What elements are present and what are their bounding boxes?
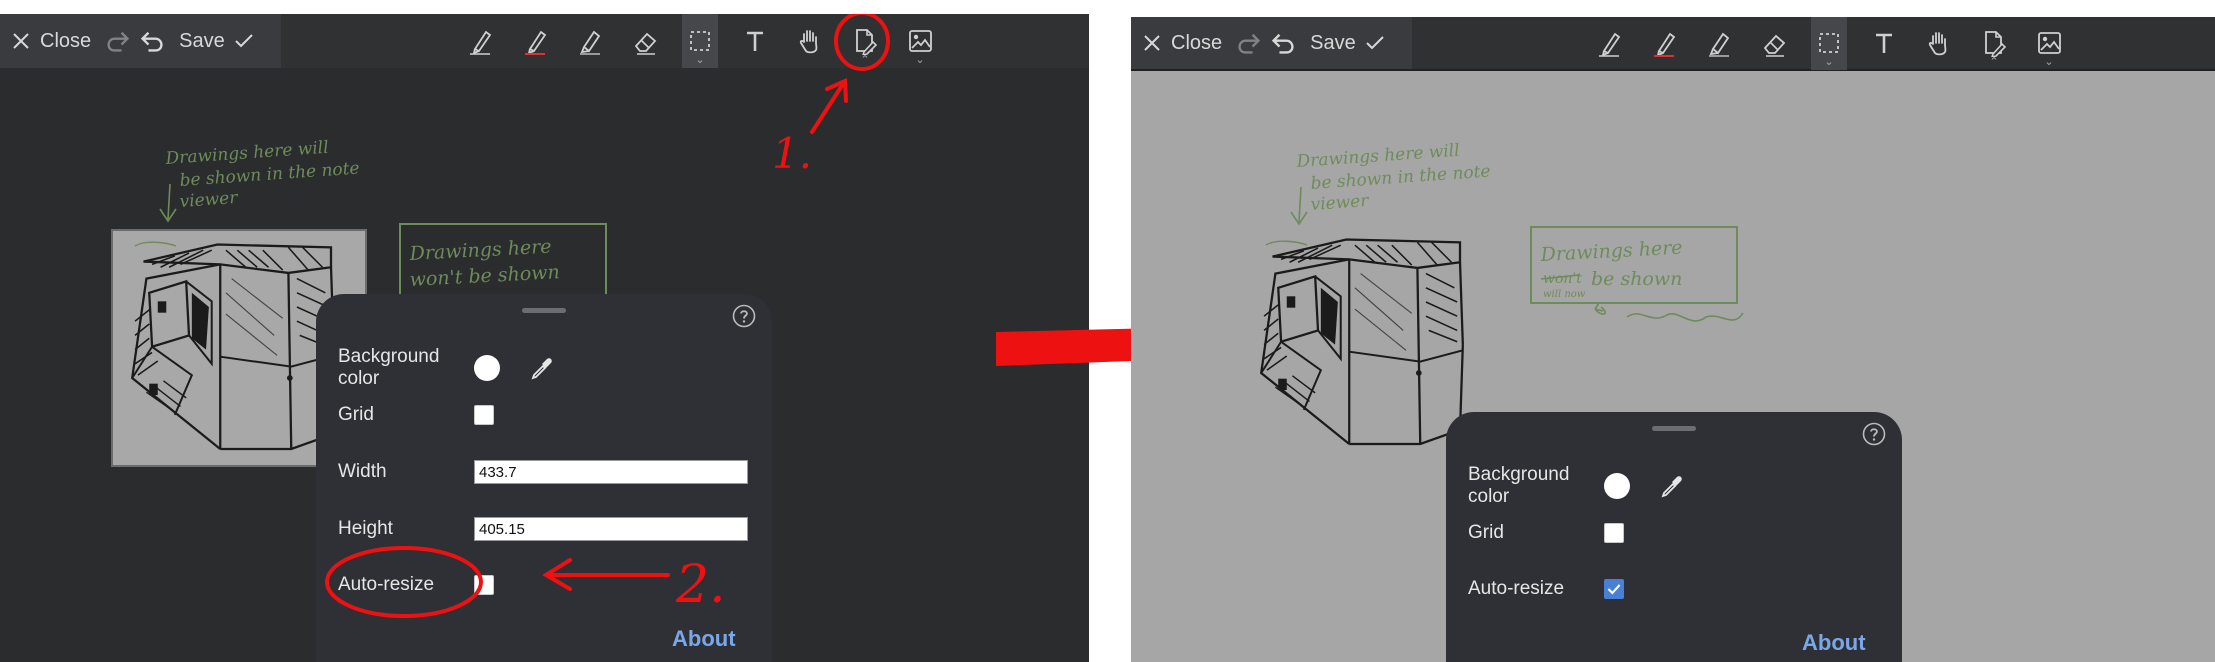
checkmark-icon	[1607, 584, 1621, 595]
height-row: Height	[338, 517, 748, 541]
down-arrow	[159, 183, 177, 223]
auto-resize-checkbox[interactable]	[1604, 579, 1624, 599]
about-link[interactable]: About	[672, 626, 736, 652]
background-color-row: Background color	[1468, 464, 1684, 508]
screenshot-after: Close Save ⌄ ⌃ ⌄ Drawings here will be s…	[1131, 17, 2215, 662]
help-icon[interactable]	[1862, 422, 1886, 446]
auto-resize-label: Auto-resize	[1468, 578, 1565, 599]
excluded-text: Drawings here won't be shown	[408, 236, 560, 291]
background-color-label: Background color	[1468, 464, 1570, 507]
about-link[interactable]: About	[1802, 630, 1866, 656]
note-handwriting: Drawings here will be shown in the note …	[1295, 141, 1491, 215]
grid-checkbox[interactable]	[1604, 523, 1624, 543]
background-color-swatch[interactable]	[1604, 473, 1630, 499]
included-text: Drawings here won't will now be shown	[1539, 237, 1683, 300]
document-properties-panel: Background color Grid Width Height Auto-…	[316, 294, 772, 662]
auto-resize-row: Auto-resize	[1468, 578, 1624, 600]
height-input[interactable]	[474, 517, 748, 541]
auto-resize-label: Auto-resize	[338, 574, 435, 595]
drag-handle[interactable]	[1652, 426, 1696, 431]
ink-squiggle	[1265, 240, 1308, 246]
width-input[interactable]	[474, 460, 748, 484]
grid-row: Grid	[1468, 522, 1624, 544]
grid-label: Grid	[1468, 522, 1504, 543]
grid-label: Grid	[338, 404, 374, 425]
auto-resize-checkbox[interactable]	[474, 575, 494, 595]
eyedropper-icon[interactable]	[1658, 473, 1684, 499]
height-label: Height	[338, 518, 393, 539]
note-text-3: viewer	[179, 188, 239, 212]
house-sketch	[1260, 238, 1464, 446]
note-text-3: viewer	[1310, 191, 1370, 215]
auto-resize-row: Auto-resize	[338, 574, 494, 596]
box-strikeout-word: won't	[1543, 271, 1582, 287]
background-color-label: Background color	[338, 346, 440, 389]
help-icon[interactable]	[732, 304, 756, 328]
document-properties-panel: Background color Grid Auto-resize About	[1446, 412, 1902, 662]
box-text-2: be shown	[1591, 268, 1682, 290]
screenshot-before: Close Save ⌄ ⌃ ⌄ Drawings here will be s…	[0, 14, 1089, 662]
drag-handle[interactable]	[522, 308, 566, 313]
box-text-1: Drawings here	[408, 236, 552, 265]
background-color-row: Background color	[338, 346, 554, 390]
box-small-note: will now	[1543, 289, 1586, 300]
width-label: Width	[338, 461, 387, 482]
box-text-2: won't be shown	[409, 261, 560, 291]
grid-checkbox[interactable]	[474, 405, 494, 425]
background-color-swatch[interactable]	[474, 355, 500, 381]
note-handwriting: Drawings here will be shown in the note …	[164, 138, 360, 212]
box-text-1: Drawings here	[1539, 237, 1683, 266]
eyedropper-icon[interactable]	[528, 355, 554, 381]
down-arrow	[1290, 186, 1308, 226]
width-row: Width	[338, 460, 748, 484]
ink-scribble	[1594, 302, 1744, 322]
grid-row: Grid	[338, 404, 494, 426]
